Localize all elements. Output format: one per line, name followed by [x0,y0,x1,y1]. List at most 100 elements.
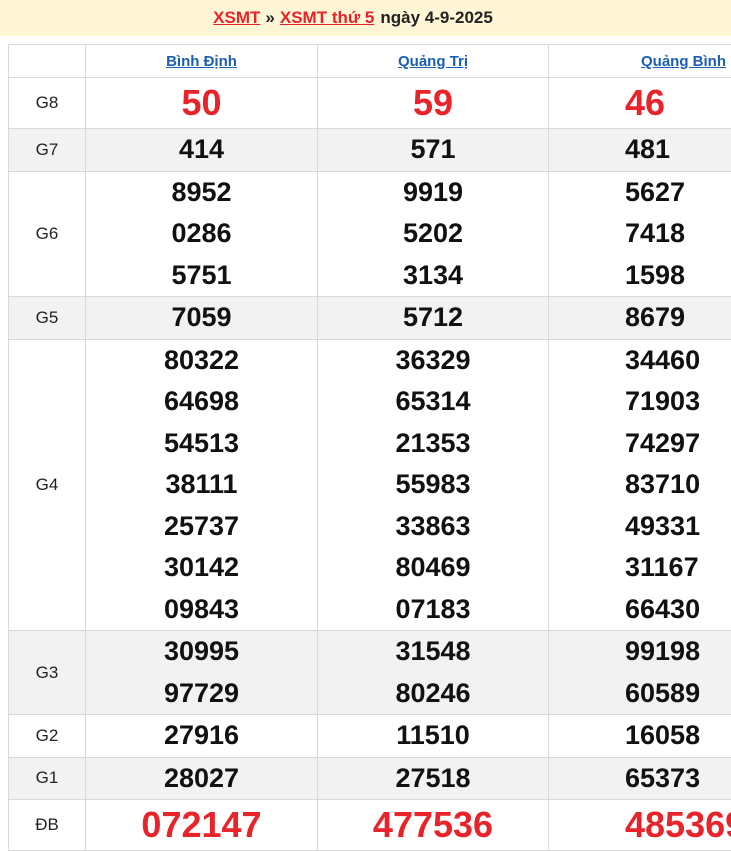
corner-cell [9,45,86,78]
prize-number: 3134 [318,255,548,297]
prize-cell: 895202865751 [86,171,318,297]
prize-number: 485369 [549,800,731,850]
prize-number: 71903 [549,381,731,423]
prize-label: G5 [9,297,86,340]
prize-number: 74297 [549,423,731,465]
prize-cell: 414 [86,129,318,172]
prize-number: 571 [318,129,548,171]
prize-cell: 562774181598 [549,171,731,297]
prize-number: 7418 [549,213,731,255]
prize-number: 072147 [86,800,317,850]
prize-number: 07183 [318,589,548,631]
prize-label: G6 [9,171,86,297]
prize-cell: 3154880246 [318,631,549,715]
prize-label: G7 [9,129,86,172]
prize-number: 66430 [549,589,731,631]
prize-number: 11510 [318,715,548,757]
results-table: Bình Định Quảng Trị Quảng Bình G8505946G… [8,44,731,851]
prize-cell: 9919860589 [549,631,731,715]
prize-number: 38111 [86,464,317,506]
prize-number: 33863 [318,506,548,548]
draw-date: ngày 4-9-2025 [380,8,492,28]
prize-cell: 7059 [86,297,318,340]
prize-number: 64698 [86,381,317,423]
prize-number: 1598 [549,255,731,297]
prize-number: 477536 [318,800,548,850]
prize-number: 65373 [549,758,731,800]
province-header: Quảng Trị [318,45,549,78]
prize-number: 80322 [86,340,317,382]
prize-cell: 59 [318,78,549,129]
prize-row-g5: G5705957128679 [9,297,731,340]
prize-cell: 477536 [318,800,549,851]
prize-number: 09843 [86,589,317,631]
prize-row-g2: G2279161151016058 [9,715,731,758]
prize-cell: 50 [86,78,318,129]
prize-label: G4 [9,339,86,631]
prize-cell: 991952023134 [318,171,549,297]
prize-number: 414 [86,129,317,171]
prize-cell: 16058 [549,715,731,758]
prize-number: 5627 [549,172,731,214]
prize-row-g6: G6895202865751991952023134562774181598 [9,171,731,297]
prize-number: 16058 [549,715,731,757]
prize-number: 30995 [86,631,317,673]
prize-number: 36329 [318,340,548,382]
prize-cell: 8679 [549,297,731,340]
province-header: Bình Định [86,45,318,78]
prize-number: 481 [549,129,731,171]
prize-cell: 072147 [86,800,318,851]
prize-number: 34460 [549,340,731,382]
prize-number: 5202 [318,213,548,255]
prize-cell: 481 [549,129,731,172]
prize-cell: 27518 [318,757,549,800]
prize-cell: 11510 [318,715,549,758]
prize-number: 65314 [318,381,548,423]
prize-number: 50 [86,78,317,128]
prize-number: 27518 [318,758,548,800]
prize-label: G1 [9,757,86,800]
prize-number: 30142 [86,547,317,589]
prize-label: ĐB [9,800,86,851]
prize-number: 25737 [86,506,317,548]
prize-row-g8: G8505946 [9,78,731,129]
prize-row-g7: G7414571481 [9,129,731,172]
prize-number: 27916 [86,715,317,757]
prize-number: 8952 [86,172,317,214]
prize-label: G2 [9,715,86,758]
page-header: XSMT » XSMT thứ 5 ngày 4-9-2025 [0,0,731,36]
prize-number: 31167 [549,547,731,589]
prize-number: 49331 [549,506,731,548]
prize-cell: 80322646985451338111257373014209843 [86,339,318,631]
prize-number: 5751 [86,255,317,297]
prize-number: 31548 [318,631,548,673]
prize-cell: 3099597729 [86,631,318,715]
prize-cell: 28027 [86,757,318,800]
prize-cell: 27916 [86,715,318,758]
prize-body: G8505946G7414571481G68952028657519919520… [9,78,731,851]
prize-row-g1: G1280272751865373 [9,757,731,800]
prize-number: 97729 [86,673,317,715]
prize-cell: 36329653142135355983338638046907183 [318,339,549,631]
xsmt-thursday-link[interactable]: XSMT thứ 5 [280,8,374,28]
prize-number: 60589 [549,673,731,715]
prize-number: 7059 [86,297,317,339]
prize-row-g3: G3309959772931548802469919860589 [9,631,731,715]
province-link-quang-binh[interactable]: Quảng Bình [641,53,726,70]
province-link-quang-tri[interactable]: Quảng Trị [398,53,468,70]
prize-cell: 46 [549,78,731,129]
prize-number: 9919 [318,172,548,214]
province-link-binh-dinh[interactable]: Bình Định [166,53,237,70]
prize-row-đb: ĐB072147477536485369 [9,800,731,851]
prize-number: 0286 [86,213,317,255]
prize-number: 21353 [318,423,548,465]
prize-number: 28027 [86,758,317,800]
province-header-row: Bình Định Quảng Trị Quảng Bình [9,45,731,78]
prize-number: 8679 [549,297,731,339]
prize-label: G8 [9,78,86,129]
prize-number: 46 [549,78,731,128]
prize-number: 54513 [86,423,317,465]
xsmt-link[interactable]: XSMT [213,8,260,28]
prize-number: 80246 [318,673,548,715]
prize-number: 5712 [318,297,548,339]
